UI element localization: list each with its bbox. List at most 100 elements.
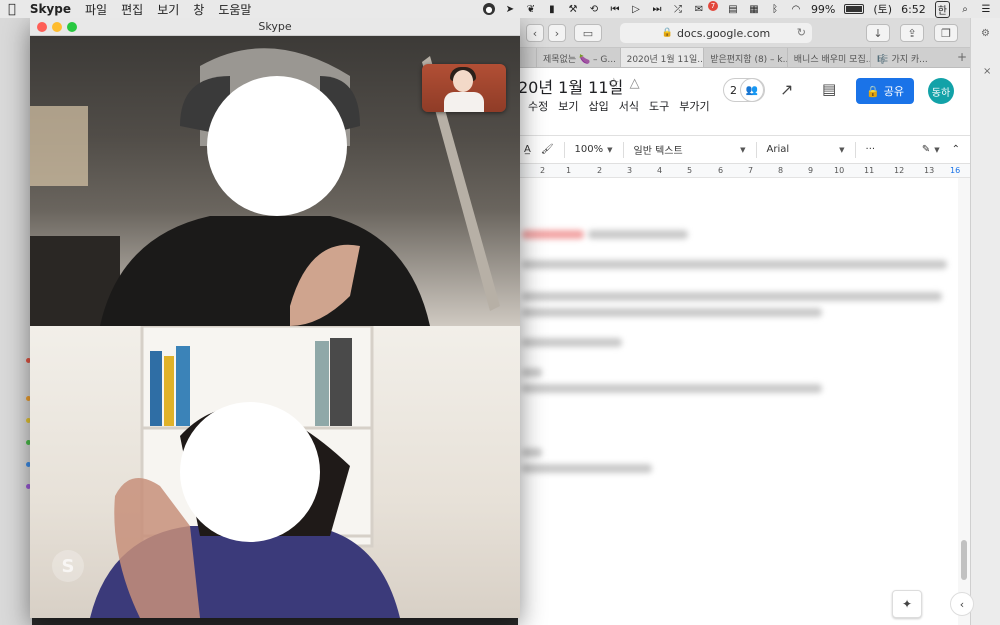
- move-to-drive-icon[interactable]: △: [630, 76, 640, 91]
- ruler-mark: 8: [778, 166, 784, 175]
- menu-edit-docs[interactable]: 수정: [528, 98, 548, 114]
- collaborators-indicator[interactable]: 2 👥: [723, 78, 765, 102]
- ruler[interactable]: 2 1 2 3 4 5 6 7 8 9 10 11 12 13 16: [518, 164, 970, 178]
- blurred-text-line: [522, 338, 622, 347]
- toolbar-divider: [854, 141, 856, 158]
- document-body[interactable]: [518, 178, 958, 625]
- forward-button[interactable]: ›: [548, 24, 566, 42]
- explore-icon[interactable]: ✦: [892, 590, 922, 618]
- menu-bar:  Skype 파일 편집 보기 창 도움말 ● ➤ ❦ ▮ ⚒ ⟲ ⏮ ▷ ⏭…: [0, 0, 1000, 18]
- downloads-icon[interactable]: ↓: [866, 24, 890, 42]
- title-actions: ☆ △: [608, 76, 640, 91]
- tab-doc-jan11[interactable]: 2020년 1월 11일...: [619, 48, 704, 67]
- remote-video-top[interactable]: [30, 36, 520, 326]
- chart-icon[interactable]: ▮: [546, 3, 558, 15]
- menu-file[interactable]: 파일: [85, 1, 107, 18]
- tab-hidden[interactable]: [518, 48, 536, 67]
- tab-recruit[interactable]: 배니스 배우미 모집...: [786, 48, 870, 67]
- apple-menu-icon[interactable]: : [8, 2, 16, 17]
- clipboard-icon[interactable]: ▤: [727, 3, 739, 15]
- tabs-overview-icon[interactable]: ❐: [934, 24, 958, 42]
- clock-time[interactable]: 6:52: [901, 3, 926, 16]
- share-button[interactable]: 🔒 공유: [856, 78, 914, 104]
- previous-icon[interactable]: ⏮: [609, 3, 621, 15]
- menu-edit[interactable]: 편집: [121, 1, 143, 18]
- ruler-mark: 3: [627, 166, 633, 175]
- remote-video-bottom[interactable]: [30, 326, 520, 618]
- record-icon[interactable]: ●: [482, 3, 495, 15]
- mail-icon[interactable]: ✉: [693, 3, 705, 15]
- menu-view[interactable]: 보기: [157, 1, 179, 18]
- settings-icon[interactable]: ⚙: [981, 28, 990, 39]
- ruler-mark: 1: [566, 166, 572, 175]
- wifi-icon[interactable]: ◠: [790, 3, 802, 15]
- navigation-icon[interactable]: ➤: [504, 3, 516, 15]
- new-tab-button[interactable]: +: [954, 48, 970, 67]
- share-label: 공유: [883, 85, 904, 98]
- shuffle-icon[interactable]: ⤮: [672, 3, 684, 15]
- cycle-icon[interactable]: ⟲: [588, 3, 600, 15]
- calendar-icon[interactable]: ▦: [748, 3, 760, 15]
- paint-format-icon[interactable]: 🖌: [541, 144, 554, 155]
- close-icon[interactable]: ×: [983, 66, 991, 77]
- menu-window[interactable]: 창: [193, 1, 204, 18]
- spellcheck-icon[interactable]: A̲: [524, 144, 531, 155]
- menu-tools-docs[interactable]: 도구: [649, 98, 669, 114]
- bluetooth-icon[interactable]: ᛒ: [769, 3, 781, 15]
- ruler-mark: 5: [687, 166, 693, 175]
- skype-window: Skype S: [30, 18, 520, 618]
- menu-help[interactable]: 도움말: [218, 1, 251, 18]
- battery-icon[interactable]: [844, 4, 865, 14]
- font-select[interactable]: Arial ▼: [767, 144, 845, 155]
- sidebar-toggle-icon[interactable]: ▭: [574, 24, 602, 42]
- book-blue: [150, 351, 162, 426]
- play-icon[interactable]: ▷: [630, 3, 642, 15]
- side-panel-toggle-icon[interactable]: ‹: [950, 592, 974, 616]
- battery-percent[interactable]: 99%: [811, 3, 835, 16]
- ruler-mark: 13: [924, 166, 935, 175]
- people-icon: 👥: [740, 78, 764, 102]
- ruler-mark: 9: [808, 166, 814, 175]
- tab-music[interactable]: 🎼 가지 카...: [870, 48, 954, 67]
- next-icon[interactable]: ⏭: [651, 3, 663, 15]
- toolbar-divider: [622, 141, 624, 158]
- leaf-icon[interactable]: ❦: [525, 3, 537, 15]
- menu-addons-docs[interactable]: 부가기: [679, 98, 709, 114]
- activity-trend-icon[interactable]: ↗: [780, 80, 793, 99]
- docs-menu-bar: 수정 보기 삽입 서식 도구 부가기: [528, 98, 710, 114]
- blurred-heading-text: [522, 230, 584, 239]
- tab-inbox[interactable]: 받은편지함 (8) – k...: [703, 48, 787, 67]
- collapse-menus-icon[interactable]: ⌃: [952, 144, 960, 155]
- editing-mode-icon[interactable]: ✎ ▼: [922, 144, 940, 155]
- menu-app-skype[interactable]: Skype: [30, 2, 71, 16]
- ruler-mark: 11: [864, 166, 875, 175]
- blurred-text-line: [522, 464, 652, 473]
- reload-icon[interactable]: ↻: [797, 26, 806, 39]
- more-options-button[interactable]: ···: [866, 144, 876, 155]
- tool-icon[interactable]: ⚒: [567, 3, 579, 15]
- menu-insert-docs[interactable]: 삽입: [589, 98, 609, 114]
- comment-icon[interactable]: ▤: [822, 80, 836, 98]
- style-select[interactable]: 일반 텍스트 ▼: [633, 142, 746, 158]
- clock-day[interactable]: (토): [873, 1, 892, 17]
- scroll-thumb[interactable]: [961, 540, 967, 580]
- address-bar[interactable]: 🔒 docs.google.com ↻: [620, 23, 812, 43]
- notification-center-icon[interactable]: ☰: [980, 3, 992, 15]
- blurred-text-line: [522, 368, 542, 377]
- style-value: 일반 텍스트: [633, 146, 683, 157]
- user-avatar[interactable]: 동하: [928, 78, 954, 104]
- menu-format-docs[interactable]: 서식: [619, 98, 639, 114]
- tab-untitled-doc[interactable]: 제목없는 🍆 – G...: [536, 48, 620, 67]
- share-sheet-icon[interactable]: ⇪: [900, 24, 924, 42]
- lamp-shade: [30, 106, 88, 186]
- self-view-thumbnail[interactable]: [422, 64, 506, 112]
- zoom-select[interactable]: 100% ▼: [575, 144, 613, 155]
- input-method-indicator[interactable]: 한: [934, 0, 950, 18]
- font-value: Arial: [766, 144, 790, 155]
- back-button[interactable]: ‹: [526, 24, 544, 42]
- document-scrollbar[interactable]: [958, 178, 970, 625]
- spotlight-search-icon[interactable]: ⌕: [959, 3, 971, 15]
- star-icon[interactable]: ☆: [608, 76, 620, 91]
- menu-view-docs[interactable]: 보기: [558, 98, 578, 114]
- ruler-mark: 6: [718, 166, 724, 175]
